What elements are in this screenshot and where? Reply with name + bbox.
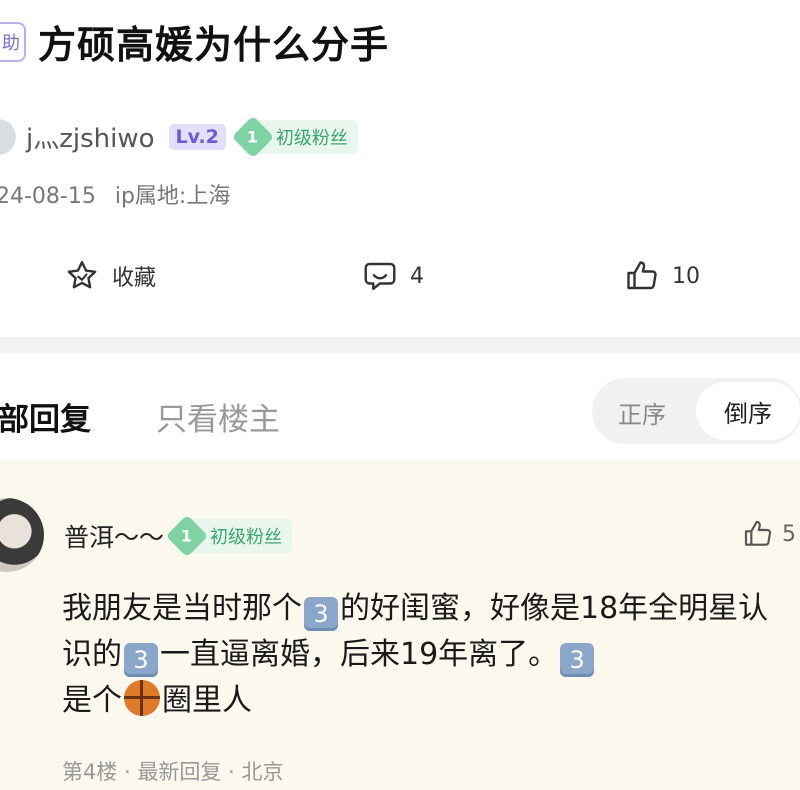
fan-level: 1 xyxy=(181,526,193,546)
help-tag: 助 xyxy=(0,21,26,62)
action-bar: 收藏 4 10 xyxy=(0,258,800,308)
like-button[interactable]: 10 xyxy=(624,258,700,294)
post-title-row: 助 方硕高媛为什么分手 xyxy=(0,14,389,69)
like-count: 10 xyxy=(672,263,700,289)
author-row: j灬zjshiwo Lv.2 1 初级粉丝 xyxy=(0,115,358,158)
latest-reply-link[interactable]: 最新回复 xyxy=(137,760,221,784)
reply-meta: 第4楼 · 最新回复 · 北京 xyxy=(62,756,284,786)
thumbs-up-icon xyxy=(744,520,772,546)
section-divider xyxy=(0,337,800,353)
keycap-3-emoji: 3 xyxy=(124,643,158,677)
comment-button[interactable]: 4 xyxy=(362,258,424,294)
tab-all-replies[interactable]: 部回复 xyxy=(0,394,91,439)
level-badge: Lv.2 xyxy=(168,123,226,150)
author-name[interactable]: j灬zjshiwo xyxy=(26,118,155,155)
fan-label: 初级粉丝 xyxy=(275,127,348,149)
comment-count: 4 xyxy=(410,263,424,289)
reply-header: 普洱～～ 1 初级粉丝 xyxy=(64,514,293,558)
reply-text: 我朋友是当时那个 xyxy=(62,591,302,626)
sort-descending[interactable]: 倒序 xyxy=(696,382,800,440)
reply-tabs: 部回复 只看楼主 正序 倒序 xyxy=(0,360,800,460)
reply-content: 我朋友是当时那个 3 的好闺蜜，好像是18年全明星认识的 3 一直逼离婚，后来19年离了… xyxy=(62,586,782,724)
keycap-3-emoji: 3 xyxy=(304,597,338,631)
reply-avatar[interactable] xyxy=(0,498,44,572)
post-page: 助 方硕高媛为什么分手 j灬zjshiwo Lv.2 1 初级粉丝 24-08-… xyxy=(0,0,800,790)
fan-label: 初级粉丝 xyxy=(210,527,283,548)
reply-fan-badge: 1 初级粉丝 xyxy=(165,514,293,558)
sort-ascending[interactable]: 正序 xyxy=(618,395,666,430)
reply-like-button[interactable]: 5 xyxy=(742,518,796,550)
fan-badge: 1 初级粉丝 xyxy=(231,115,358,158)
reply-text: 是个 xyxy=(62,683,122,718)
sort-toggle: 正序 倒序 xyxy=(592,378,800,444)
tab-op-only[interactable]: 只看楼主 xyxy=(156,394,280,439)
comment-icon xyxy=(364,262,396,290)
meta-separator: · xyxy=(124,760,131,784)
reply-card: 普洱～～ 1 初级粉丝 5 我朋友是当时那个 3 的好闺蜜，好像是18年全明星认识的… xyxy=(0,460,800,790)
reply-location: 北京 xyxy=(241,760,284,784)
post-title: 方硕高媛为什么分手 xyxy=(38,23,390,67)
reply-like-count: 5 xyxy=(782,521,796,547)
author-avatar[interactable] xyxy=(0,118,16,155)
meta-separator: · xyxy=(228,760,235,784)
reply-text: 圈里人 xyxy=(162,683,252,718)
post-meta: 24-08-15 ip属地:上海 xyxy=(0,178,242,210)
favorite-label: 收藏 xyxy=(112,266,157,291)
reply-username[interactable]: 普洱～～ xyxy=(64,518,164,554)
floor-number: 第4楼 xyxy=(62,760,118,784)
star-icon xyxy=(67,261,97,289)
favorite-button[interactable]: 收藏 xyxy=(64,258,156,294)
basketball-emoji xyxy=(124,680,160,716)
fan-level-icon: 1 xyxy=(231,115,275,158)
reply-text: 一直逼离婚，后来19年离了。 xyxy=(160,637,559,672)
ip-location: ip属地:上海 xyxy=(114,184,231,209)
thumbs-up-icon xyxy=(627,261,657,290)
keycap-3-emoji: 3 xyxy=(560,643,595,677)
fan-level-icon: 1 xyxy=(165,514,209,558)
post-date: 24-08-15 xyxy=(0,184,96,209)
fan-level: 1 xyxy=(247,126,259,146)
